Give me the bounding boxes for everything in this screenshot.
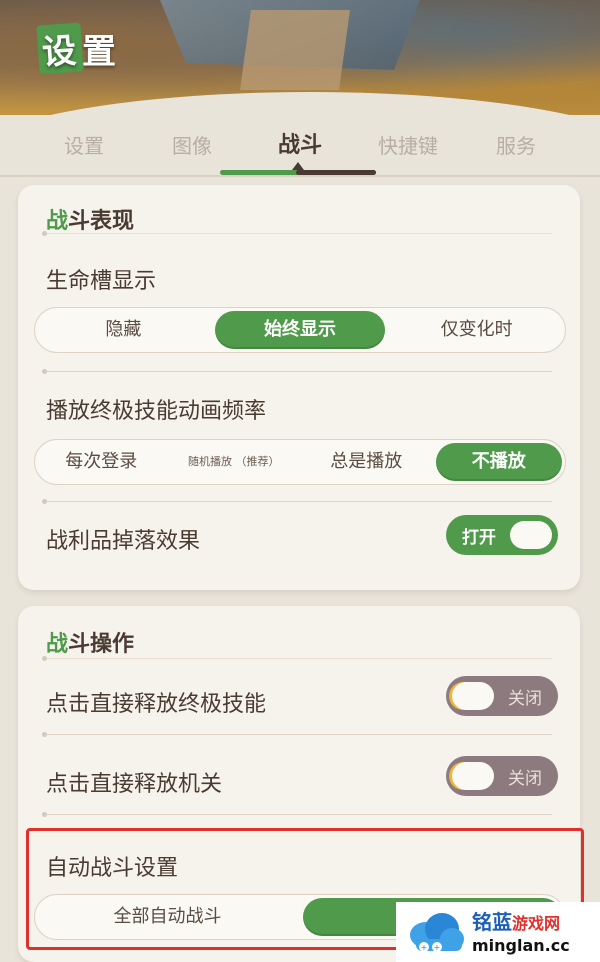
svg-text:+: + — [434, 943, 441, 952]
banner-wall-art — [240, 10, 350, 90]
watermark-brand-red: 游戏网 — [512, 913, 561, 933]
tap-ultimate-toggle-label: 关闭 — [508, 688, 542, 709]
title-rest: 斗操作 — [68, 632, 135, 657]
divider — [42, 732, 552, 737]
health-bar-option-always[interactable]: 始终显示 — [214, 311, 386, 349]
watermark-brand: 铭蓝游戏网 — [472, 910, 570, 936]
page-title-rest: 置 — [82, 32, 118, 72]
ultimate-anim-label: 播放终极技能动画频率 — [46, 399, 267, 424]
cloud-logo-icon: + + — [404, 907, 466, 957]
divider — [42, 499, 552, 504]
ultimate-anim-option-never[interactable]: 不播放 — [435, 443, 562, 481]
tab-services[interactable]: 服务 — [462, 128, 570, 168]
ultimate-anim-selector: 每次登录 随机播放 （推荐） 总是播放 不播放 — [34, 439, 566, 485]
watermark: + + 铭蓝游戏网 minglan.cc — [396, 902, 600, 962]
health-bar-selector: 隐藏 始终显示 仅变化时 — [34, 307, 566, 353]
ultimate-anim-option-always[interactable]: 总是播放 — [303, 443, 430, 481]
tap-ultimate-toggle[interactable]: 关闭 — [446, 676, 558, 716]
combat-display-card: 战斗表现 生命槽显示 隐藏 始终显示 仅变化时 播放终极技能动画频率 每次登录 … — [18, 185, 580, 590]
tap-mechanism-label: 点击直接释放机关 — [46, 772, 223, 797]
banner-curve — [0, 92, 600, 115]
combat-ops-title: 战斗操作 — [46, 626, 134, 658]
tap-mechanism-toggle[interactable]: 关闭 — [446, 756, 558, 796]
watermark-domain: minglan.cc — [472, 935, 570, 955]
health-bar-option-on-change[interactable]: 仅变化时 — [391, 311, 562, 349]
loot-effect-label: 战利品掉落效果 — [46, 529, 201, 554]
page-title: 设置 — [36, 22, 118, 75]
tab-hotkeys[interactable]: 快捷键 — [354, 128, 462, 168]
title-rest: 斗表现 — [68, 209, 135, 234]
tab-separator — [0, 175, 600, 177]
divider — [42, 656, 552, 661]
loot-effect-toggle[interactable]: 打开 — [446, 515, 558, 555]
ultimate-anim-option-each-login[interactable]: 每次登录 — [38, 443, 165, 481]
tab-settings[interactable]: 设置 — [30, 128, 138, 168]
svg-text:+: + — [421, 943, 428, 952]
watermark-text: 铭蓝游戏网 minglan.cc — [472, 910, 570, 955]
ultimate-anim-option-random[interactable]: 随机播放 （推荐） — [171, 443, 298, 481]
page-title-first-char: 设 — [36, 22, 84, 75]
tab-graphics[interactable]: 图像 — [138, 128, 246, 168]
title-accent: 战 — [46, 632, 69, 657]
combat-display-title: 战斗表现 — [46, 203, 134, 235]
active-tab-caret — [292, 162, 304, 170]
health-bar-option-hide[interactable]: 隐藏 — [38, 311, 209, 349]
divider — [42, 812, 552, 817]
loot-effect-toggle-label: 打开 — [462, 527, 496, 548]
watermark-brand-blue: 铭蓝 — [472, 909, 512, 934]
divider — [42, 369, 552, 374]
tap-mechanism-toggle-label: 关闭 — [508, 768, 542, 789]
divider — [42, 231, 552, 236]
title-accent: 战 — [46, 209, 69, 234]
toggle-knob — [452, 762, 494, 790]
health-bar-label: 生命槽显示 — [46, 269, 157, 294]
toggle-knob — [452, 682, 494, 710]
active-tab-indicator — [220, 170, 376, 175]
tap-ultimate-label: 点击直接释放终极技能 — [46, 692, 267, 717]
toggle-knob — [510, 521, 552, 549]
